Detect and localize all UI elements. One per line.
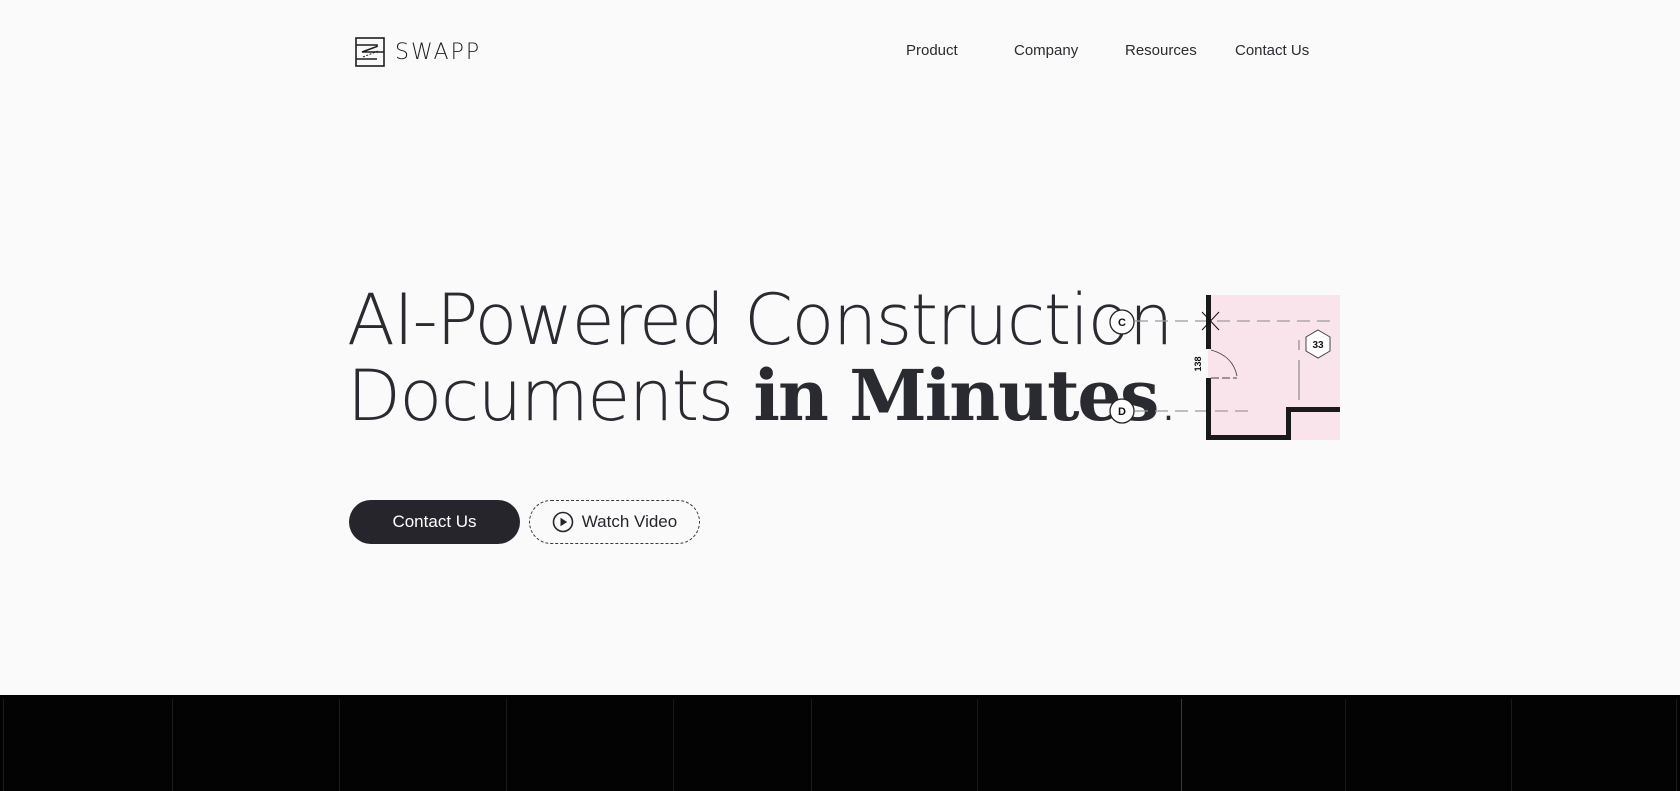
grid-label-c: C	[1118, 317, 1126, 329]
divider-line	[506, 699, 507, 791]
nav-resources[interactable]: Resources	[1125, 42, 1197, 59]
swapp-logo-icon	[355, 37, 385, 67]
hero-title-line1: AI-Powered Construction	[347, 279, 1173, 361]
play-circle-icon	[552, 511, 574, 533]
top-nav: SWAPP Product Company Resources Contact …	[0, 0, 1680, 104]
nav-contact-us[interactable]: Contact Us	[1235, 42, 1309, 59]
divider-line	[1345, 699, 1346, 791]
dimension-label: 138	[1193, 356, 1203, 371]
divider-line	[339, 699, 340, 791]
divider-line	[1181, 699, 1182, 791]
divider-line	[172, 699, 173, 791]
divider-line	[1676, 699, 1677, 791]
floor-plan-drawing: C D 138 33	[1109, 295, 1340, 440]
hero-title: AI-Powered Construction Documents in Min…	[347, 279, 1180, 437]
logo[interactable]: SWAPP	[355, 37, 481, 67]
divider-line	[3, 699, 4, 791]
contact-us-button-label: Contact Us	[392, 512, 477, 531]
watch-video-button[interactable]: Watch Video	[529, 500, 700, 544]
divider-line	[1511, 699, 1512, 791]
hero-title-line2: Documents	[347, 355, 754, 437]
divider-line	[673, 699, 674, 791]
dark-section	[0, 695, 1680, 791]
nav-product[interactable]: Product	[906, 42, 958, 59]
grid-label-d: D	[1118, 406, 1126, 418]
hero-title-emphasis: in Minutes	[753, 354, 1159, 437]
nav-company[interactable]: Company	[1014, 42, 1078, 59]
contact-us-button[interactable]: Contact Us	[349, 500, 520, 544]
divider-line	[977, 699, 978, 791]
room-fill	[1208, 295, 1340, 440]
logo-text: SWAPP	[395, 39, 482, 65]
room-tag-label: 33	[1312, 340, 1324, 351]
watch-video-button-label: Watch Video	[581, 512, 678, 531]
divider-line	[811, 699, 812, 791]
